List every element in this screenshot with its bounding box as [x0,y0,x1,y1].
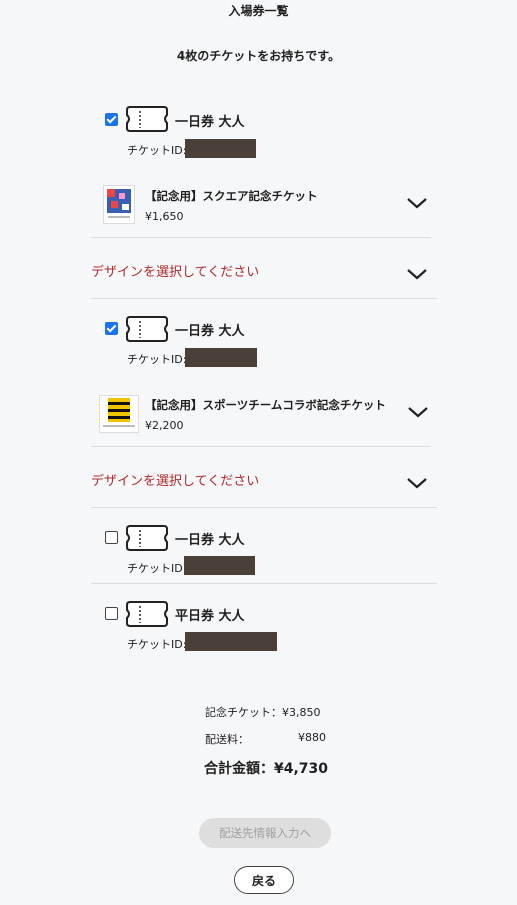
divider [91,583,437,584]
square-ticket-thumbnail [103,185,135,224]
product-2-chevron-down-icon[interactable] [407,405,429,419]
divider [91,298,437,299]
design-2-chevron-down-icon[interactable] [406,476,428,490]
ticket-4-id-label: チケットID: [127,638,187,651]
ticket-2-id-redacted [185,348,257,367]
product-2-price: ¥2,200 [145,419,184,432]
total-amount: 合計金額：¥4,730 [204,761,329,777]
ticket-icon [126,525,168,551]
ticket-2-id-label: チケットID: [127,353,187,366]
product-1-chevron-down-icon[interactable] [406,196,428,210]
ticket-icon [126,106,168,132]
commemorative-subtotal: 記念チケット：¥3,850 [205,706,321,719]
ticket-2-checkbox[interactable] [105,322,118,335]
product-1-price: ¥1,650 [145,210,184,223]
ticket-3-id-redacted [184,556,255,575]
ticket-3-id-label: チケットID: [127,562,187,575]
sports-team-ticket-thumbnail [99,395,139,433]
shipping-value: ¥880 [298,731,326,744]
ticket-4-name: 平日券 大人 [175,609,245,624]
ticket-count-text: 4枚のチケットをお持ちです。 [176,49,341,63]
ticket-1-id-label: チケットID: [127,144,187,157]
page-title: 入場券一覧 [228,4,289,18]
ticket-4-checkbox[interactable] [105,607,118,620]
product-1-name: 【記念用】スクエア記念チケット [145,189,318,203]
ticket-3-checkbox[interactable] [105,531,118,544]
ticket-4-id-redacted [185,632,277,651]
product-2-name: 【記念用】スポーツチームコラボ記念チケット [145,398,386,412]
divider [91,446,431,447]
design-1-chevron-down-icon[interactable] [406,267,428,281]
ticket-icon [126,316,168,342]
design-select-prompt-1[interactable]: デザインを選択してください [91,261,259,280]
ticket-1-id-redacted [185,139,256,158]
ticket-1-checkbox[interactable] [105,113,118,126]
ticket-2-name: 一日券 大人 [175,324,245,339]
shipping-label: 配送料： [205,733,249,746]
back-button[interactable]: 戻る [234,866,294,894]
ticket-icon [126,601,168,627]
ticket-1-name: 一日券 大人 [175,115,245,130]
next-shipping-info-button[interactable]: 配送先情報入力へ [199,818,331,848]
divider [91,507,437,508]
ticket-3-name: 一日券 大人 [175,533,245,548]
divider [91,237,431,238]
design-select-prompt-2[interactable]: デザインを選択してください [91,470,259,489]
